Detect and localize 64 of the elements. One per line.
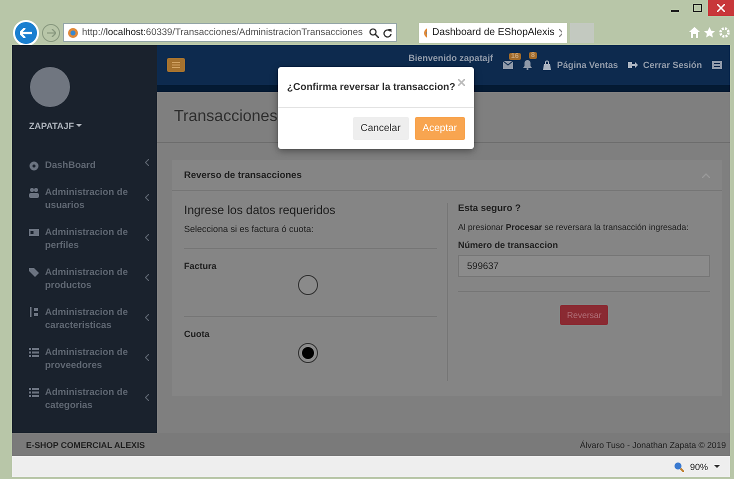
field-label: Número de transaccion bbox=[458, 240, 560, 250]
maximize-icon bbox=[692, 4, 702, 12]
chevron-icon bbox=[145, 159, 149, 166]
option-label: Cuota bbox=[184, 329, 210, 339]
user-menu[interactable]: ZAPATAJF bbox=[29, 121, 157, 131]
section-heading: Ingrese los datos requeridos bbox=[184, 203, 336, 217]
zoom-level[interactable]: 90% bbox=[690, 462, 708, 472]
dropdown-icon[interactable] bbox=[714, 464, 720, 468]
accept-button[interactable]: Aceptar bbox=[414, 117, 465, 140]
chevron-icon bbox=[145, 194, 149, 201]
cancel-button[interactable]: Cancelar bbox=[352, 117, 409, 140]
avatar bbox=[30, 67, 70, 107]
panel-title: Reverso de transacciones bbox=[184, 170, 302, 180]
browser-tab[interactable]: Dashboard de EShopAlexis bbox=[419, 22, 567, 42]
nav-link[interactable]: Cerrar Sesión bbox=[628, 60, 702, 70]
instruction-text: Al presionar Procesar se reversara la transacción ingresada: bbox=[458, 222, 690, 232]
transaction-number-field[interactable]: 599637 bbox=[458, 255, 710, 277]
sidebar-item[interactable]: Administracion de categorias bbox=[12, 386, 157, 412]
chevron-icon bbox=[145, 394, 149, 401]
search-icon[interactable] bbox=[369, 28, 379, 38]
sidebar-item[interactable]: Administracion de productos bbox=[12, 266, 157, 292]
sidebar-item[interactable]: DashBoard bbox=[12, 159, 157, 172]
zoom-icon[interactable] bbox=[674, 462, 684, 472]
chevron-icon bbox=[145, 354, 149, 361]
back-button[interactable] bbox=[13, 20, 39, 46]
bag-icon bbox=[542, 60, 552, 70]
footer-brand: E-SHOP COMERCIAL ALEXIS bbox=[26, 440, 145, 450]
users-icon bbox=[29, 187, 39, 198]
option-label: Factura bbox=[184, 261, 218, 271]
chevron-icon bbox=[145, 234, 149, 241]
radio-button[interactable] bbox=[298, 343, 318, 363]
address-bar[interactable]: http://localhost:60339/Transacciones/AdministracionTransacciones bbox=[63, 23, 397, 42]
back-arrow-icon bbox=[20, 28, 32, 38]
chevron-icon bbox=[145, 314, 149, 321]
welcome-text: Bienvenido zapatajf bbox=[408, 53, 493, 63]
sidebar-item[interactable]: Administracion de perfiles bbox=[12, 226, 157, 252]
tag-icon bbox=[29, 267, 39, 278]
sidebar-item[interactable]: Administracion de proveedores bbox=[12, 346, 157, 372]
star-icon[interactable] bbox=[704, 27, 715, 38]
list-icon bbox=[29, 347, 39, 358]
caret-icon bbox=[76, 124, 82, 128]
radio-button[interactable] bbox=[298, 275, 318, 295]
sidebar-item[interactable]: Administracion de caracteristicas bbox=[12, 306, 157, 332]
menu-icon bbox=[172, 62, 180, 68]
refresh-icon[interactable] bbox=[383, 28, 392, 38]
close-button[interactable] bbox=[708, 0, 734, 16]
sidebar-item[interactable]: Administracion de usuarios bbox=[12, 186, 157, 212]
sort-icon bbox=[29, 307, 39, 318]
nav-link[interactable]: Página Ventas bbox=[542, 60, 618, 70]
bell-icon[interactable] bbox=[522, 60, 532, 70]
envelope-icon[interactable] bbox=[502, 61, 513, 69]
footer-credits: Álvaro Tuso - Jonathan Zapata © 2019 bbox=[580, 440, 726, 450]
section-heading: Esta seguro ? bbox=[458, 203, 522, 214]
list-icon bbox=[29, 387, 39, 398]
forward-arrow-icon bbox=[46, 28, 56, 36]
dialog-title: ¿Confirma reversar la transaccion? bbox=[287, 82, 456, 92]
exit-icon bbox=[628, 60, 638, 70]
list-icon[interactable] bbox=[712, 61, 722, 69]
instruction-text: Selecciona si es factura ó cuota: bbox=[184, 224, 437, 249]
card-icon bbox=[29, 227, 39, 238]
page-title: Transacciones bbox=[174, 108, 278, 126]
chevron-icon bbox=[145, 274, 149, 281]
reverse-button[interactable]: Reversar bbox=[560, 305, 608, 325]
dashboard-icon bbox=[29, 160, 39, 171]
